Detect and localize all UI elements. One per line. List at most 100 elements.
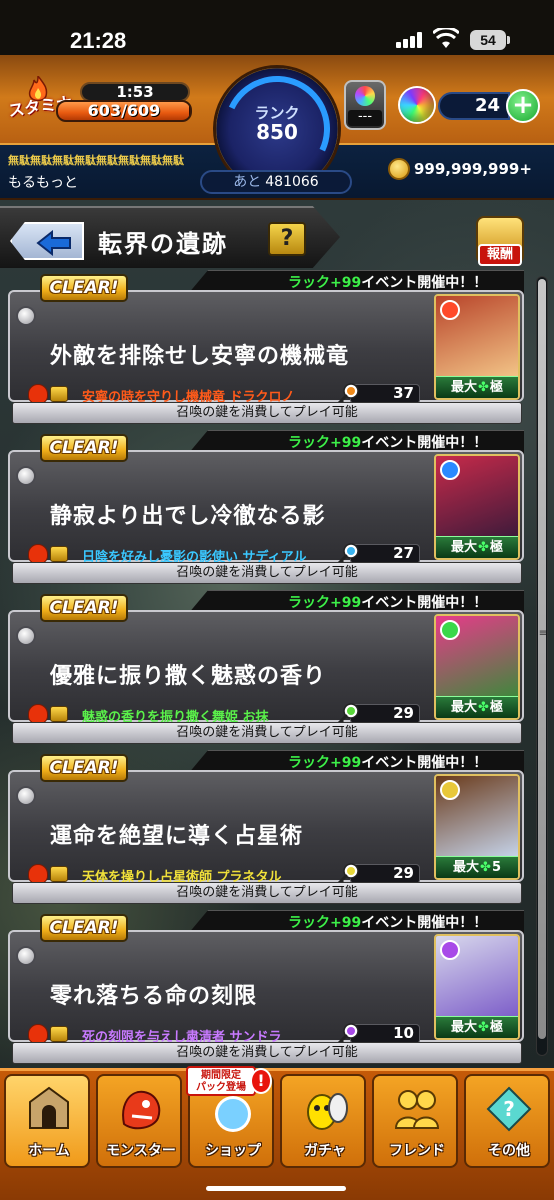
- quest-title: 運命を絶望に導く占星術: [50, 824, 304, 849]
- back-button[interactable]: [10, 222, 84, 260]
- rainbow-gem-icon: [355, 86, 375, 106]
- pin-icon: [16, 626, 36, 646]
- boss-portrait[interactable]: 最大✤極: [434, 614, 520, 720]
- luck-suffix: 極: [489, 540, 503, 555]
- luck-prefix: 最大: [451, 540, 478, 555]
- clover-icon: ✤: [478, 700, 489, 715]
- treasure-chest-icon: [50, 386, 68, 402]
- event-banner: ラック+99イベント開催中！！: [288, 752, 487, 772]
- luck-prefix: 最大: [451, 380, 478, 395]
- quest-title: 静寂より出でし冷徹なる影: [50, 504, 326, 529]
- clear-badge: CLEAR!: [40, 274, 128, 302]
- max-luck-badge: 最大✤極: [436, 376, 518, 398]
- boss-skull-icon: [28, 384, 48, 404]
- stamina-count: 603/609: [87, 101, 161, 120]
- player-name: もるもっと: [8, 175, 78, 191]
- luck-suffix: 5: [491, 860, 501, 875]
- buy-orb-button[interactable]: +: [506, 89, 540, 123]
- event-suffix: イベント開催中！！: [361, 595, 488, 611]
- nav-label: ホーム: [28, 1143, 70, 1159]
- max-luck-badge: 最大✤極: [436, 536, 518, 558]
- quest-card[interactable]: ラック+99イベント開催中！！ 零れ落ちる命の刻限 死の刻限を与えし粛清者 サン…: [8, 910, 524, 1064]
- clear-badge: CLEAR!: [40, 434, 128, 462]
- scroll-grip-icon: ≡: [538, 628, 548, 639]
- event-banner: ラック+99イベント開催中！！: [288, 272, 487, 292]
- quest-card[interactable]: ラック+99イベント開催中！！ 運命を絶望に導く占星術 天体を操りし占星術師 プ…: [8, 750, 524, 904]
- clover-icon: ✤: [478, 380, 489, 395]
- boss-portrait[interactable]: 最大✤極: [434, 934, 520, 1040]
- home-indicator: [206, 1186, 346, 1191]
- boss-portrait[interactable]: 最大✤5: [434, 774, 520, 880]
- max-luck-badge: 最大✤5: [436, 856, 518, 878]
- signal-icon: [396, 32, 424, 48]
- nav-label: ガチャ: [304, 1143, 346, 1159]
- clear-badge: CLEAR!: [40, 594, 128, 622]
- rank-next-label: あと: [233, 174, 262, 190]
- treasure-chest-icon: [50, 866, 68, 882]
- quest-footer: 召喚の鍵を消費してプレイ可能: [12, 562, 522, 584]
- nav-monster[interactable]: モンスター: [96, 1074, 182, 1168]
- status-time: 21:28: [70, 28, 127, 53]
- stamina-bar: 603/609: [56, 100, 192, 122]
- element-icon: [440, 620, 460, 640]
- nav-label: ショップ: [205, 1143, 261, 1159]
- quest-card[interactable]: ラック+99イベント開催中！！ 静寂より出でし冷徹なる影 日陰を好みし憂影の影使…: [8, 430, 524, 584]
- element-icon: [440, 460, 460, 480]
- luck-prefix: 最大: [453, 860, 480, 875]
- reward-button[interactable]: 報酬: [470, 210, 530, 272]
- quest-card[interactable]: ラック+99イベント開催中！！ 外敵を排除せし安寧の機械竜 安寧の時を守りし機械…: [8, 270, 524, 424]
- nav-gacha[interactable]: ガチャ: [280, 1074, 366, 1168]
- element-icon: [440, 300, 460, 320]
- quest-title: 零れ落ちる命の刻限: [50, 984, 258, 1009]
- scroll-thumb[interactable]: ≡: [538, 279, 548, 1039]
- event-highlight: ラック+99: [288, 915, 362, 931]
- orb-icon: [400, 88, 434, 122]
- limited-tag-line2: パック登場: [196, 1082, 246, 1093]
- quest-icons: [28, 1024, 68, 1044]
- wifi-icon: [433, 28, 459, 48]
- boss-portrait[interactable]: 最大✤極: [434, 454, 520, 560]
- rank-next-value: 481066: [265, 174, 319, 190]
- luck-suffix: 極: [489, 700, 503, 715]
- boss-skull-icon: [28, 544, 48, 564]
- luck-suffix: 極: [489, 380, 503, 395]
- nav-home[interactable]: ホーム: [4, 1074, 90, 1168]
- clear-badge: CLEAR!: [40, 754, 128, 782]
- quest-icons: [28, 544, 68, 564]
- treasure-chest-icon: [50, 1026, 68, 1042]
- event-highlight: ラック+99: [288, 755, 362, 771]
- nav-label: その他: [488, 1143, 530, 1159]
- event-highlight: ラック+99: [288, 595, 362, 611]
- pin-icon: [16, 306, 36, 326]
- clear-badge: CLEAR!: [40, 914, 128, 942]
- nav-other[interactable]: ? その他: [464, 1074, 550, 1168]
- clover-icon: ✤: [478, 540, 489, 555]
- event-banner: ラック+99イベント開催中！！: [288, 912, 487, 932]
- nav-friend[interactable]: フレンド: [372, 1074, 458, 1168]
- boss-skull-icon: [28, 864, 48, 884]
- back-arrow-icon: [36, 230, 71, 256]
- crystal-box-button[interactable]: ---: [344, 80, 386, 130]
- luck-suffix: 極: [489, 1020, 503, 1035]
- key-count: 37: [393, 384, 414, 402]
- quest-card[interactable]: ラック+99イベント開催中！！ 優雅に振り撒く魅惑の香り 魅惑の香りを振り撒く舞…: [8, 590, 524, 744]
- event-highlight: ラック+99: [288, 435, 362, 451]
- gacha-icon: [300, 1084, 350, 1134]
- pin-icon: [16, 466, 36, 486]
- event-highlight: ラック+99: [288, 275, 362, 291]
- coin-icon: [388, 158, 410, 180]
- quest-icons: [28, 864, 68, 884]
- quest-title: 外敵を排除せし安寧の機械竜: [50, 344, 350, 369]
- help-button[interactable]: ?: [268, 222, 306, 256]
- pin-icon: [16, 786, 36, 806]
- event-suffix: イベント開催中！！: [361, 275, 488, 291]
- boss-skull-icon: [28, 704, 48, 724]
- stamina-timer: 1:53: [80, 82, 190, 102]
- scrollbar[interactable]: ≡: [536, 276, 548, 1056]
- key-count: 10: [393, 1024, 414, 1042]
- max-luck-badge: 最大✤極: [436, 1016, 518, 1038]
- rank-next-exp: あと 481066: [200, 170, 352, 194]
- rank-value: 850: [256, 120, 298, 144]
- clover-icon: ✤: [478, 1020, 489, 1035]
- boss-portrait[interactable]: 最大✤極: [434, 294, 520, 400]
